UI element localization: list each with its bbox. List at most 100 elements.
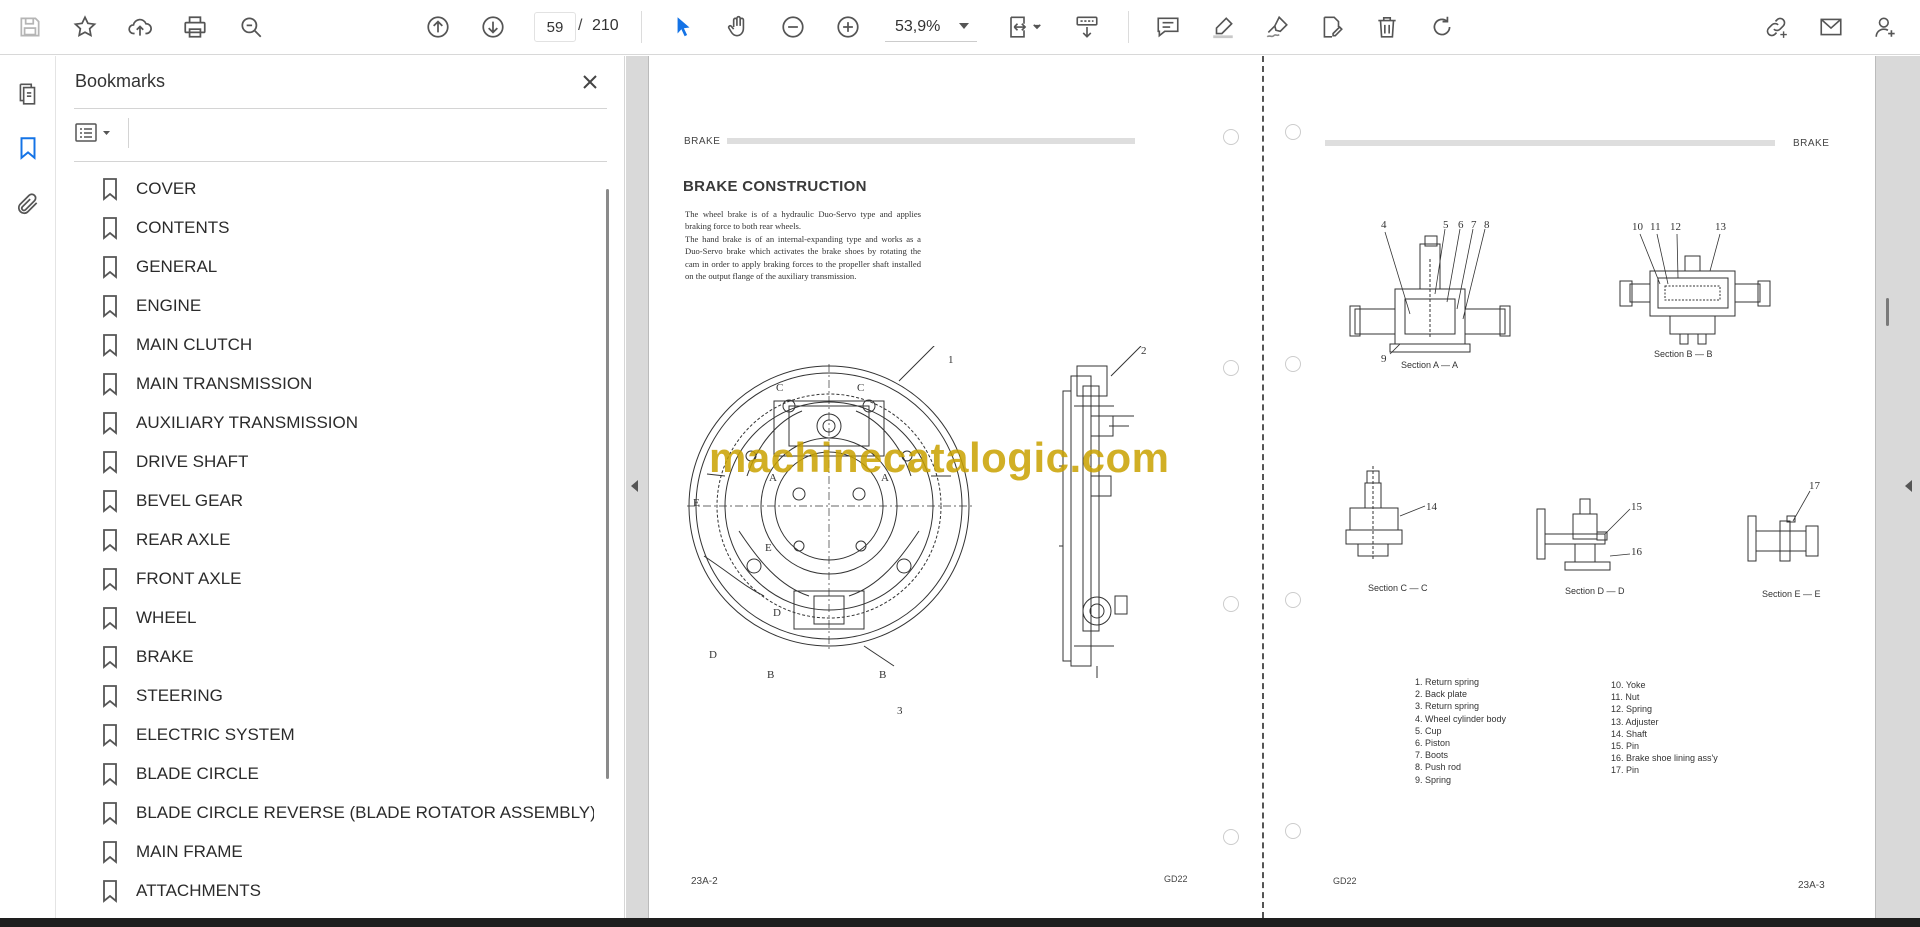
legend-entry: 9. Spring [1415, 774, 1452, 785]
bookmarks-scrollbar[interactable] [606, 189, 609, 779]
expand-right-panel-arrow-icon[interactable] [1905, 480, 1912, 492]
callout-label: 16 [1631, 546, 1643, 558]
legend-entry: 13. Adjuster [1611, 716, 1659, 727]
binder-hole [1223, 129, 1239, 145]
bookmark-icon [103, 840, 117, 864]
bookmark-item[interactable]: BEVEL GEAR [94, 481, 594, 520]
bookmark-item[interactable]: STEERING [94, 676, 594, 715]
callout-label: 14 [1426, 501, 1438, 513]
paragraph: The wheel brake is of a hydraulic Duo-Se… [685, 209, 921, 232]
bookmark-icon [103, 528, 117, 552]
binder-hole [1285, 356, 1301, 372]
select-cursor-icon[interactable] [665, 9, 701, 45]
page-header: BRAKE [1793, 138, 1830, 149]
bookmark-label: DRIVE SHAFT [136, 451, 249, 471]
legend-entry: 14. Shaft [1611, 728, 1648, 739]
page-fit-icon[interactable] [1000, 9, 1048, 45]
bookmark-item[interactable]: MAIN FRAME [94, 832, 594, 871]
section-d-drawing: 15 16 [1536, 498, 1643, 571]
highlight-pen-icon[interactable] [1205, 9, 1241, 45]
account-add-icon[interactable] [1868, 9, 1904, 45]
bookmark-item[interactable]: COVER [94, 169, 594, 208]
legend-entry: 15. Pin [1611, 741, 1640, 752]
bookmark-item[interactable]: WHEEL [94, 598, 594, 637]
upload-cloud-icon[interactable] [122, 9, 158, 45]
zoom-dropdown[interactable]: 53,9% [885, 12, 977, 42]
header-rule [1325, 140, 1775, 146]
bookmark-item[interactable]: GENERAL [94, 247, 594, 286]
edit-pdf-icon[interactable] [1314, 9, 1350, 45]
share-link-icon[interactable] [1758, 9, 1794, 45]
parts-legend-left: 1. Return spring 2. Back plate 3. Return s… [1415, 676, 1506, 786]
panel-divider [74, 161, 607, 162]
section-e-drawing: 17 [1747, 481, 1821, 562]
bookmark-icon [103, 606, 117, 630]
left-navigation-rail [0, 56, 56, 918]
print-icon[interactable] [177, 9, 213, 45]
bookmark-item[interactable]: ELECTRIC SYSTEM [94, 715, 594, 754]
rotate-icon[interactable] [1424, 9, 1460, 45]
comment-icon[interactable] [1150, 9, 1186, 45]
page-number-input[interactable] [534, 12, 576, 42]
bookmark-item[interactable]: MAIN TRANSMISSION [94, 364, 594, 403]
figure-label: 2 [1141, 346, 1147, 357]
bookmark-item[interactable]: DRIVE SHAFT [94, 442, 594, 481]
legend-entry: 17. Pin [1611, 765, 1640, 776]
binder-hole [1285, 823, 1301, 839]
scroll-mode-icon[interactable] [1069, 9, 1105, 45]
legend-entry: 1. Return spring [1415, 677, 1480, 687]
legend-entry: 10. Yoke [1611, 680, 1646, 690]
page-23a-2: BRAKE BRAKE CONSTRUCTION The wheel brake… [649, 56, 1261, 918]
delete-trash-icon[interactable] [1369, 9, 1405, 45]
bookmark-label: ELECTRIC SYSTEM [136, 724, 295, 744]
document-scrollbar[interactable] [1886, 298, 1889, 326]
bookmark-label: BRAKE [136, 646, 194, 666]
attachments-paperclip-icon[interactable] [10, 186, 46, 222]
bookmark-item[interactable]: MAIN CLUTCH [94, 325, 594, 364]
bookmark-item[interactable]: CONTENTS [94, 208, 594, 247]
collapse-panel-arrow-icon[interactable] [631, 480, 638, 492]
bookmark-icon [103, 411, 117, 435]
bookmark-item[interactable]: FRONT AXLE [94, 559, 594, 598]
bookmarks-icon[interactable] [10, 130, 46, 166]
bookmark-item[interactable]: REAR AXLE [94, 520, 594, 559]
callout-label: 10 [1632, 221, 1644, 233]
email-icon[interactable] [1813, 9, 1849, 45]
callout-label: 15 [1631, 501, 1643, 513]
hand-tool-icon[interactable] [720, 9, 756, 45]
section-a-drawing: 4 5 6 7 8 9 [1349, 219, 1511, 364]
bookmark-icon [103, 645, 117, 669]
save-icon[interactable] [12, 9, 48, 45]
toolbar-divider [1128, 11, 1129, 43]
bookmark-options-button[interactable] [74, 118, 122, 148]
figure-label: D [773, 607, 781, 619]
next-page-icon[interactable] [475, 9, 511, 45]
draw-signature-icon[interactable] [1259, 9, 1295, 45]
bookmark-icon [103, 255, 117, 279]
close-icon[interactable] [576, 68, 604, 96]
zoom-in-icon[interactable] [830, 9, 866, 45]
bookmark-item[interactable]: BRAKE [94, 637, 594, 676]
bookmark-list: COVER CONTENTS GENERAL ENGINE MAIN CLUTCH MAI… [94, 169, 594, 927]
top-toolbar: / 210 53,9% [0, 0, 1920, 55]
bookmark-item[interactable]: ENGINE [94, 286, 594, 325]
bookmark-label: CONTENTS [136, 217, 230, 237]
bookmark-item[interactable]: BLADE CIRCLE REVERSE (BLADE ROTATOR ASSE… [94, 793, 594, 832]
bookmark-icon [103, 684, 117, 708]
bookmark-item[interactable]: BLADE CIRCLE [94, 754, 594, 793]
section-c-caption: Section C — C [1368, 583, 1428, 593]
find-zoom-icon[interactable] [233, 9, 269, 45]
brake-assembly-drawing: 1 2 3 A A B B C C D D E E [687, 346, 1147, 717]
bookmark-label: MAIN FRAME [136, 841, 243, 861]
previous-page-icon[interactable] [420, 9, 456, 45]
bookmark-item[interactable]: AUXILIARY TRANSMISSION [94, 403, 594, 442]
figure-label: 3 [897, 705, 903, 717]
page-thumbnails-icon[interactable] [10, 76, 46, 112]
legend-entry: 11. Nut [1611, 692, 1640, 703]
zoom-out-icon[interactable] [775, 9, 811, 45]
star-icon[interactable] [67, 9, 103, 45]
bookmark-item[interactable]: ATTACHMENTS [94, 871, 594, 910]
section-b-drawing: 10 11 12 13 [1619, 221, 1771, 345]
legend-entry: 3. Return spring [1415, 701, 1480, 712]
bookmark-icon [103, 216, 117, 240]
